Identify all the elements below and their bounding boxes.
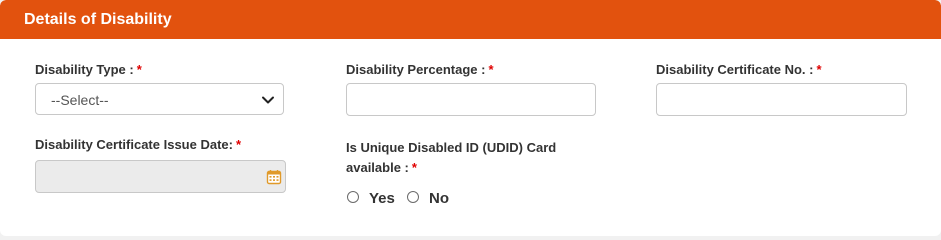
certificate-no-label: Disability Certificate No. : * (656, 62, 822, 78)
panel-title: Details of Disability (24, 11, 172, 28)
udid-radio-no[interactable]: No (407, 187, 449, 207)
issue-date-label-text: Disability Certificate Issue Date: (35, 137, 233, 152)
disability-type-label: Disability Type : * (35, 62, 142, 78)
disability-percentage-input[interactable] (346, 83, 596, 116)
disability-type-label-text: Disability Type : (35, 62, 134, 77)
udid-radio-yes[interactable]: Yes (347, 187, 395, 207)
required-mark: * (816, 62, 822, 77)
udid-label: Is Unique Disabled ID (UDID) Card availa… (346, 138, 586, 178)
issue-date-input[interactable] (35, 160, 286, 193)
udid-label-text: Is Unique Disabled ID (UDID) Card availa… (346, 140, 557, 175)
required-mark: * (411, 160, 417, 175)
certificate-no-input[interactable] (656, 83, 907, 116)
disability-type-selected-value: --Select-- (51, 92, 109, 108)
radio-circle[interactable] (407, 191, 419, 203)
calendar-icon[interactable] (266, 169, 282, 185)
required-mark: * (488, 62, 494, 77)
panel-header: Details of Disability (0, 0, 941, 39)
chevron-down-icon (262, 96, 274, 104)
udid-no-label[interactable]: No (429, 190, 449, 208)
udid-yes-label[interactable]: Yes (369, 190, 395, 208)
disability-percentage-label-text: Disability Percentage : (346, 62, 486, 77)
disability-details-panel: Details of Disability Disability Type : *… (0, 0, 941, 236)
certificate-no-label-text: Disability Certificate No. : (656, 62, 814, 77)
required-mark: * (136, 62, 142, 77)
disability-percentage-label: Disability Percentage : * (346, 62, 494, 78)
disability-type-select[interactable]: --Select-- (35, 83, 284, 115)
issue-date-label: Disability Certificate Issue Date: * (35, 137, 241, 153)
radio-circle[interactable] (347, 191, 359, 203)
required-mark: * (235, 137, 242, 152)
